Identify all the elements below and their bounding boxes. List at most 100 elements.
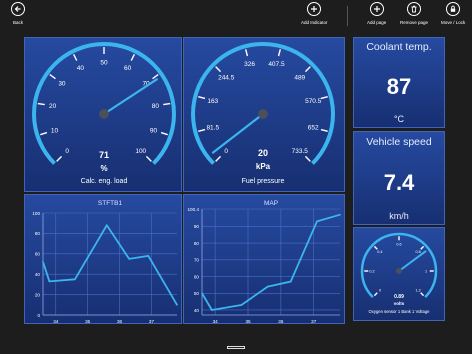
data-point xyxy=(42,261,44,263)
gauge-tick-label: 0.6 xyxy=(396,242,401,246)
y-tick-label: 0 xyxy=(37,313,40,318)
gauge-hub xyxy=(396,268,402,274)
gauge-tick xyxy=(130,53,136,61)
data-point xyxy=(147,255,150,257)
gauge-value: 0.89 xyxy=(394,294,404,300)
map-chart[interactable]: MAP405060708090100.43435363738 xyxy=(183,194,345,324)
gauge-tick-label: 0 xyxy=(224,148,228,155)
gauge-tick-label: 0.8 xyxy=(415,250,420,254)
move-lock-label: Move / Lock xyxy=(441,20,466,25)
data-point xyxy=(176,304,178,306)
y-tick-label: 100 xyxy=(32,211,40,216)
gauge-tick-label: 407.5 xyxy=(268,61,285,68)
y-tick-label: 80 xyxy=(35,231,41,236)
gauge-tick xyxy=(420,292,425,297)
gauge-tick xyxy=(215,66,222,73)
appbar-separator xyxy=(347,6,348,26)
gauge-tick-label: 0.2 xyxy=(369,269,374,273)
add-page-button[interactable]: Add page xyxy=(367,2,386,25)
y-tick-label: 70 xyxy=(194,258,200,263)
back-button[interactable]: Back xyxy=(11,2,25,25)
x-tick-label: 37 xyxy=(311,319,317,323)
engine-load-gauge[interactable]: 0 10 20 30 40 50 60 70 80 90 100 71% Calc. eng. load xyxy=(24,37,182,192)
gauge-tick-label: 0 xyxy=(379,288,381,292)
gauge-hub xyxy=(99,109,109,119)
horizontal-scrollbar-thumb[interactable] xyxy=(227,346,245,349)
gauge-tick-label: 733.5 xyxy=(292,148,309,155)
data-point xyxy=(266,285,269,288)
gauge-unit: % xyxy=(100,164,107,173)
oxygen-sensor-gauge[interactable]: 0 0.2 0.4 0.6 0.8 1 1.2 0.89 volts Oxygen sensor … xyxy=(353,227,445,321)
gauge-tick-label: 1 xyxy=(425,269,427,273)
lock-icon xyxy=(446,2,461,16)
fuel-pressure-dial: 0 81.5 163 244.5 326 407.5 489 570.5 652 733.5 20 k… xyxy=(191,42,335,185)
add-page-label: Add page xyxy=(367,20,387,25)
gauge-value: 71 xyxy=(99,150,109,160)
data-point xyxy=(74,278,76,281)
chart-title: STFTB1 xyxy=(98,200,123,207)
tile-unit: °C xyxy=(393,114,405,124)
app-bar: Back Add Indicator Add page Remove page … xyxy=(0,0,472,34)
gauge-tick-label: 50 xyxy=(100,59,108,66)
x-tick-label: 34 xyxy=(213,319,219,323)
gauge-tick-label: 100 xyxy=(135,148,146,155)
gauge-hub xyxy=(258,109,268,119)
gauge-tick-label: 244.5 xyxy=(218,75,235,82)
gauge-tick xyxy=(277,49,282,57)
gauge-tick-label: 1.2 xyxy=(415,288,420,292)
add-indicator-button[interactable]: Add Indicator xyxy=(301,2,328,25)
x-tick-label: 36 xyxy=(117,319,123,323)
tile-unit: km/h xyxy=(389,211,409,221)
gauge-tick-label: 652 xyxy=(308,125,319,132)
data-point xyxy=(128,258,130,260)
y-tick-label: 20 xyxy=(35,292,41,297)
coolant-temp-tile[interactable]: Coolant temp. 87 °C xyxy=(353,37,445,128)
x-tick-label: 35 xyxy=(85,319,91,323)
gauge-tick-label: 0.4 xyxy=(377,250,382,254)
move-lock-button[interactable]: Move / Lock xyxy=(441,2,465,25)
fuel-pressure-gauge[interactable]: 0 81.5 163 244.5 326 407.5 489 570.5 652 733.5 20 k… xyxy=(183,37,345,192)
gauge-tick xyxy=(160,131,168,136)
plus-icon xyxy=(369,2,384,16)
stftb1-chart[interactable]: STFTB10204060801003435363738 xyxy=(24,194,182,324)
gauge-tick-label: 163 xyxy=(207,98,218,105)
y-tick-label: 90 xyxy=(194,224,200,229)
gauge-needle xyxy=(102,78,158,116)
y-tick-label: 80 xyxy=(194,241,200,246)
gauge-tick xyxy=(304,155,311,162)
gauge-value: 20 xyxy=(258,148,268,158)
remove-page-label: Remove page xyxy=(400,20,429,25)
gauge-tick xyxy=(198,95,206,100)
gauge-tick xyxy=(373,292,378,297)
gauge-tick xyxy=(420,245,425,250)
data-point xyxy=(106,224,108,227)
gauge-tick-label: 326 xyxy=(244,61,255,68)
gauge-tick xyxy=(37,102,45,106)
tile-value: 87 xyxy=(386,74,412,99)
gauge-tick-label: 570.5 xyxy=(305,98,322,105)
gauge-tick xyxy=(304,66,311,73)
gauge-tick-label: 81.5 xyxy=(206,125,219,132)
series-line xyxy=(201,213,341,311)
oxygen-sensor-dial: 0 0.2 0.4 0.6 0.8 1 1.2 0.89volts Oxygen sensor … xyxy=(360,232,438,314)
gauge-needle xyxy=(211,112,265,154)
gauge-needle xyxy=(398,250,427,272)
gauge-tick xyxy=(72,53,78,61)
x-tick-label: 36 xyxy=(278,319,284,323)
remove-page-button[interactable]: Remove page xyxy=(400,2,428,25)
gauge-tick-label: 60 xyxy=(124,65,132,72)
gauge-tick xyxy=(244,49,249,57)
gauge-tick xyxy=(56,155,63,162)
y-tick-label: 50 xyxy=(194,291,200,296)
gauge-unit: volts xyxy=(394,301,405,306)
gauge-tick-label: 20 xyxy=(49,103,57,110)
data-point xyxy=(316,220,318,223)
gauge-tick-label: 10 xyxy=(51,127,59,134)
x-tick-label: 34 xyxy=(53,319,59,323)
gauge-unit: kPa xyxy=(256,162,271,171)
vehicle-speed-tile[interactable]: Vehicle speed 7.4 km/h xyxy=(353,131,445,225)
gauge-tick-label: 90 xyxy=(150,127,158,134)
x-tick-label: 35 xyxy=(245,319,251,323)
data-point xyxy=(211,309,213,311)
y-tick-label: 40 xyxy=(194,308,200,313)
